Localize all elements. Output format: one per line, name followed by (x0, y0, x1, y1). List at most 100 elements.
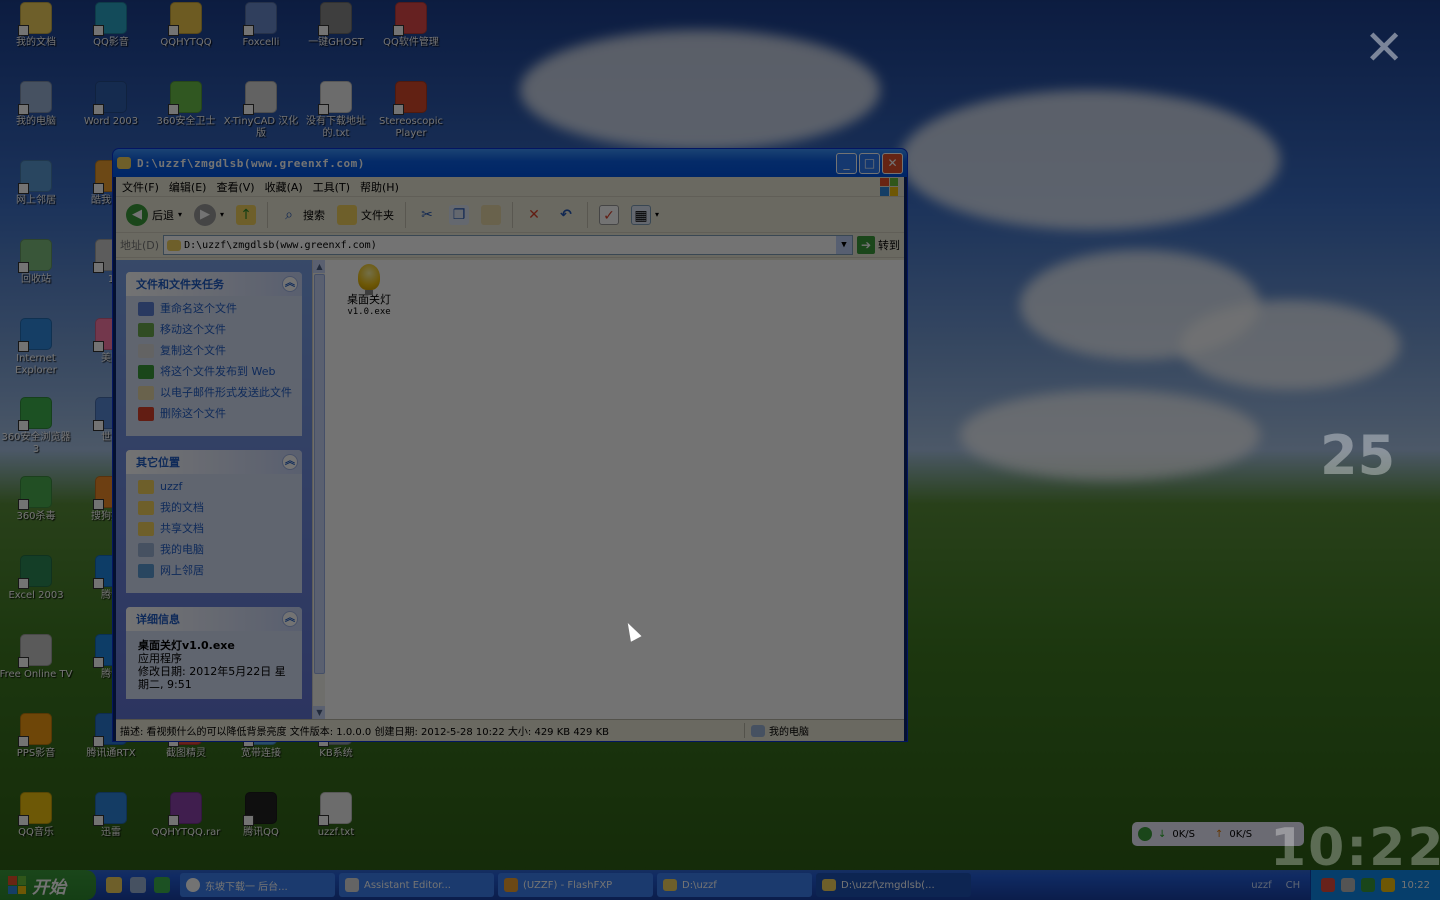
scroll-thumb[interactable] (314, 274, 325, 674)
back-button[interactable]: ◀ 后退 ▾ (122, 202, 186, 228)
task-link[interactable]: 删除这个文件 (138, 407, 294, 421)
views-button[interactable]: ▦ ▾ (627, 203, 663, 227)
app-icon (18, 713, 52, 747)
task-link[interactable]: 复制这个文件 (138, 344, 294, 358)
app-icon (168, 81, 202, 115)
desktop-icon[interactable]: Excel 2003 (0, 555, 74, 602)
title-bar[interactable]: D:\uzzf\zmgdlsb(www.greenxf.com) (113, 149, 907, 177)
task-pane-scrollbar[interactable]: ▲ ▼ (312, 260, 326, 719)
task-link[interactable]: 重命名这个文件 (138, 302, 294, 316)
task-link[interactable]: 将这个文件发布到 Web (138, 365, 294, 379)
paste-button[interactable] (477, 203, 505, 227)
file-item[interactable]: 桌面关灯 v1.0.exe (339, 264, 399, 318)
language-indicator[interactable]: CH (1286, 880, 1301, 891)
minimize-button[interactable]: _ (836, 153, 857, 174)
properties-button[interactable]: ✓ (595, 203, 623, 227)
desktop-icon[interactable]: 回收站 (0, 239, 74, 286)
details-header[interactable]: 详细信息 ︽ (126, 607, 302, 631)
desktop-icon[interactable] (130, 877, 146, 893)
desktop-icon[interactable]: PPS影音 (0, 713, 74, 760)
app-icon (393, 2, 427, 36)
task-button[interactable]: 东坡下载一 后台... (180, 873, 335, 897)
close-overlay-icon[interactable]: ✕ (1364, 24, 1404, 72)
task-link[interactable]: 我的电脑 (138, 543, 294, 557)
file-tasks-header[interactable]: 文件和文件夹任务 ︽ (126, 272, 302, 296)
taskbar-address-label[interactable]: uzzf (1251, 880, 1271, 891)
desktop-icon[interactable]: QQ软件管理 (373, 2, 449, 49)
address-dropdown-icon[interactable]: ▼ (836, 236, 852, 254)
status-location: 我的电脑 (769, 727, 809, 738)
desktop-icon[interactable]: QQ音乐 (0, 792, 74, 839)
copy-button[interactable]: ❐ (445, 203, 473, 227)
task-label: Assistant Editor... (364, 879, 451, 891)
folders-button[interactable]: 文件夹 (333, 203, 398, 227)
desktop-icon[interactable]: Internet Explorer (0, 318, 74, 377)
collapse-icon[interactable]: ︽ (282, 454, 298, 470)
up-folder-button[interactable]: ↑ (232, 203, 260, 227)
desktop-icon[interactable]: Stereoscopic Player (373, 81, 449, 140)
menu-help[interactable]: 帮助(H) (360, 179, 399, 195)
address-input[interactable]: D:\uzzf\zmgdlsb(www.greenxf.com) ▼ (163, 235, 853, 255)
desktop-icon[interactable]: 360安全卫士 (148, 81, 224, 128)
task-link[interactable]: 移动这个文件 (138, 323, 294, 337)
shield-icon[interactable] (1361, 878, 1376, 892)
explorer-icon[interactable] (106, 877, 122, 893)
desktop-icon[interactable]: Word 2003 (73, 81, 149, 128)
desktop-icon[interactable]: X-TinyCAD 汉化版 (223, 81, 299, 140)
task-icon (138, 501, 154, 515)
task-link[interactable]: 我的文档 (138, 501, 294, 515)
app-icon (18, 476, 52, 510)
desktop-icon[interactable]: QQHYTQQ (148, 2, 224, 49)
desktop-icon[interactable]: QQHYTQQ.rar (148, 792, 224, 839)
forward-button[interactable]: ▶ ▾ (190, 202, 228, 228)
menu-edit[interactable]: 编辑(E) (169, 179, 207, 195)
menu-view[interactable]: 查看(V) (216, 179, 254, 195)
desktop-icon[interactable]: Foxcelli (223, 2, 299, 49)
task-link[interactable]: 以电子邮件形式发送此文件 (138, 386, 294, 400)
desktop-icon[interactable]: 腾讯QQ (223, 792, 299, 839)
undo-button[interactable]: ↶ (552, 203, 580, 227)
desktop-icon[interactable]: Free Online TV (0, 634, 74, 681)
search-button[interactable]: ⌕ 搜索 (275, 203, 329, 227)
menu-favorites[interactable]: 收藏(A) (265, 179, 303, 195)
task-button[interactable]: (UZZF) - FlashFXP (498, 873, 653, 897)
task-link[interactable]: 网上邻居 (138, 564, 294, 578)
menu-file[interactable]: 文件(F) (122, 179, 159, 195)
desktop-icon[interactable]: 360杀毒 (0, 476, 74, 523)
desktop-icon[interactable]: 没有下载地址的.txt (298, 81, 374, 140)
go-button[interactable]: ➔ 转到 (857, 236, 900, 254)
desktop-icon[interactable]: 360安全浏览器 3 (0, 397, 74, 456)
desktop-icon[interactable]: QQ影音 (73, 2, 149, 49)
computer-icon (751, 724, 765, 737)
start-button[interactable]: 开始 (0, 870, 96, 900)
desktop-icon[interactable]: 我的电脑 (0, 81, 74, 128)
task-link[interactable]: 共享文档 (138, 522, 294, 536)
tray-app-icon[interactable] (1341, 878, 1356, 892)
other-places-header[interactable]: 其它位置 ︽ (126, 450, 302, 474)
collapse-icon[interactable]: ︽ (282, 611, 298, 627)
desktop-icon[interactable]: 迅雷 (73, 792, 149, 839)
desktop-icon[interactable]: uzzf.txt (298, 792, 374, 839)
menu-tools[interactable]: 工具(T) (313, 179, 350, 195)
task-button[interactable]: Assistant Editor... (339, 873, 494, 897)
other-places-panel: 其它位置 ︽ uzzf 我的文档共享文档我的电脑网上邻居 (126, 450, 302, 593)
file-extension: v1.0.exe (347, 307, 391, 317)
details-panel: 详细信息 ︽ 桌面关灯v1.0.exe 应用程序 修改日期: 2012年5月22… (126, 607, 302, 699)
maximize-button[interactable]: □ (859, 153, 880, 174)
collapse-icon[interactable]: ︽ (282, 276, 298, 292)
desktop-icon[interactable]: 一键GHOST (298, 2, 374, 49)
delete-button[interactable]: ✕ (520, 203, 548, 227)
task-button[interactable]: D:\uzzf (657, 873, 812, 897)
explorer-window[interactable]: D:\uzzf\zmgdlsb(www.greenxf.com) _ □ ✕ 文… (112, 148, 908, 742)
chevron-down-icon: ▾ (220, 210, 225, 219)
browser-icon[interactable] (154, 877, 170, 893)
tray-app-icon[interactable] (1321, 878, 1336, 892)
close-button[interactable]: ✕ (882, 153, 903, 174)
cut-button[interactable]: ✂ (413, 203, 441, 227)
task-link[interactable]: uzzf (138, 480, 294, 494)
desktop-icon[interactable]: 我的文档 (0, 2, 74, 49)
views-icon: ▦ (631, 204, 652, 225)
task-button-active[interactable]: D:\uzzf\zmgdlsb(... (816, 873, 971, 897)
tray-app-icon[interactable] (1381, 878, 1396, 892)
desktop-icon[interactable]: 网上邻居 (0, 160, 74, 207)
